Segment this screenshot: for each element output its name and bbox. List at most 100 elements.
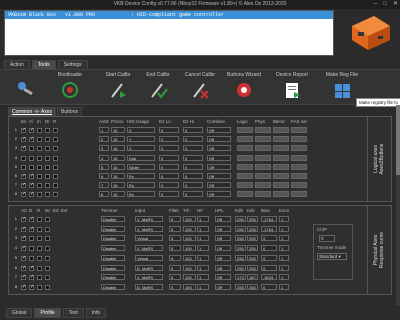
kdh-field[interactable]: 255 [235, 245, 246, 252]
deadzone-hi-field[interactable]: 0 [183, 173, 203, 179]
trimmer-mode-select[interactable]: Standard ▾ [317, 253, 347, 260]
exce-field[interactable]: 1 [279, 235, 289, 242]
end-calibr-button[interactable]: End Calibr [138, 72, 178, 99]
input-select[interactable]: V_MaRS [135, 245, 163, 252]
hpl-select[interactable]: Off [215, 283, 231, 290]
deadzone-lo-field[interactable]: 0 [159, 127, 179, 133]
hpl-select[interactable]: Off [215, 216, 231, 222]
checkbox-vi[interactable] [29, 173, 34, 179]
trimmer-select[interactable]: Disable [101, 225, 125, 232]
kdh-field[interactable]: 255 [235, 225, 246, 232]
hf-field[interactable]: 1 [197, 216, 209, 222]
checkbox-en[interactable] [21, 145, 26, 152]
checkbox-vi[interactable] [29, 164, 34, 170]
combine-select[interactable]: Off [207, 154, 231, 161]
hid-usage-select[interactable]: Y [127, 136, 155, 143]
physical-side-tab[interactable]: Physical Axes Response curve [367, 206, 389, 294]
checkbox-r[interactable] [53, 192, 58, 198]
deadzone-hi-field[interactable]: 0 [183, 136, 203, 143]
kdh-field[interactable]: 255 [235, 235, 246, 242]
hf-field[interactable]: 1 [197, 235, 209, 242]
axid-field[interactable]: 8 [99, 191, 109, 198]
trh-field[interactable]: 100 [183, 283, 196, 290]
tab-test[interactable]: Test [62, 308, 84, 318]
combine-select[interactable]: Off [207, 163, 231, 170]
axid-field[interactable]: 1 [99, 127, 109, 133]
deadzone-hi-field[interactable]: 0 [183, 191, 203, 198]
hid-usage-select[interactable]: Ry [127, 182, 155, 189]
hid-usage-select[interactable]: Rx [127, 173, 155, 179]
tab-info[interactable]: Info [85, 308, 107, 318]
checkbox-ac[interactable] [21, 245, 26, 252]
checkbox-vi[interactable] [29, 146, 34, 152]
combine-select[interactable]: Off [207, 145, 231, 152]
exce-field[interactable]: 1 [279, 283, 289, 290]
exce-field[interactable]: 1 [279, 216, 289, 222]
kdh-field[interactable]: 255 [235, 283, 246, 290]
precision-select[interactable]: 16 [111, 173, 125, 179]
precision-select[interactable]: 16 [111, 145, 125, 152]
trh-field[interactable]: 100 [183, 264, 196, 271]
trimmer-select[interactable]: Disable [101, 274, 125, 281]
kdv-field[interactable]: 187 [247, 274, 258, 281]
checkbox-in[interactable] [37, 174, 42, 179]
checkbox-ac[interactable] [21, 216, 26, 222]
checkbox-dr[interactable] [45, 174, 50, 179]
device-row[interactable]: VKBsim Black Box v1.800 PRO : HID-compli… [5, 11, 333, 19]
deadzone-lo-field[interactable]: 0 [159, 163, 179, 170]
precision-select[interactable]: 16 [111, 163, 125, 170]
checkbox-in[interactable] [37, 146, 42, 152]
hid-usage-select[interactable]: Z [127, 145, 155, 152]
logical-side-tab[interactable]: Logical axes Axes2Buttons [367, 117, 389, 201]
filter-field[interactable]: 5 [169, 264, 181, 271]
checkbox-r[interactable] [37, 246, 42, 252]
minimize-icon[interactable]: – [374, 0, 377, 9]
checkbox-in[interactable] [37, 183, 42, 189]
combine-select[interactable]: Off [207, 182, 231, 189]
filter-field[interactable]: 5 [169, 254, 181, 261]
precision-select[interactable]: 16 [111, 127, 125, 133]
checkbox-ac[interactable] [21, 235, 26, 242]
kdh-field[interactable]: 173 [235, 274, 246, 281]
vertical-scrollbar[interactable] [396, 105, 400, 305]
trimmer-select[interactable]: Disable [101, 264, 125, 271]
checkbox-in[interactable] [37, 155, 42, 161]
tab-profile[interactable]: Profile [34, 308, 61, 318]
checkbox-r[interactable] [53, 137, 58, 143]
filter-field[interactable]: 5 [169, 245, 181, 252]
combine-select[interactable]: Off [207, 191, 231, 198]
checkbox-dc[interactable] [45, 226, 50, 232]
checkbox-in[interactable] [37, 192, 42, 198]
hid-usage-select[interactable]: Rz [127, 191, 155, 198]
checkbox-en[interactable] [21, 191, 26, 198]
tab-global[interactable]: Global [6, 308, 33, 318]
checkbox-r[interactable] [37, 275, 42, 281]
hpl-select[interactable]: Off [215, 235, 231, 242]
kdv-field[interactable]: 255 [247, 264, 258, 271]
checkbox-r[interactable] [53, 128, 58, 133]
bias-field[interactable]: 0 [261, 245, 277, 252]
checkbox-en[interactable] [21, 127, 26, 133]
device-report-button[interactable]: Device Report [272, 72, 312, 99]
checkbox-dc[interactable] [45, 265, 50, 271]
precision-select[interactable]: 16 [111, 136, 125, 143]
checkbox-ac[interactable] [21, 255, 26, 261]
kdv-field[interactable]: 255 [247, 225, 258, 232]
filter-field[interactable]: 5 [169, 216, 181, 222]
bias-field[interactable]: -1764 [261, 225, 277, 232]
exce-field[interactable]: 1 [279, 264, 289, 271]
input-select[interactable]: Virtual [135, 254, 163, 261]
hid-usage-select[interactable]: Slider [127, 163, 155, 170]
axid-field[interactable]: 3 [99, 145, 109, 152]
cancel-calibr-button[interactable]: Cancel Calibr [180, 72, 220, 99]
trim-value-input[interactable]: 0 [319, 235, 335, 242]
filter-field[interactable]: 5 [169, 225, 181, 232]
checkbox-d[interactable] [29, 284, 34, 290]
hf-field[interactable]: 1 [197, 274, 209, 281]
kdv-field[interactable]: 255 [247, 235, 258, 242]
trimmer-select[interactable]: Disable [101, 245, 125, 252]
precision-select[interactable]: 16 [111, 191, 125, 198]
precision-select[interactable]: 16 [111, 154, 125, 161]
checkbox-en[interactable] [21, 182, 26, 189]
checkbox-d[interactable] [29, 274, 34, 281]
